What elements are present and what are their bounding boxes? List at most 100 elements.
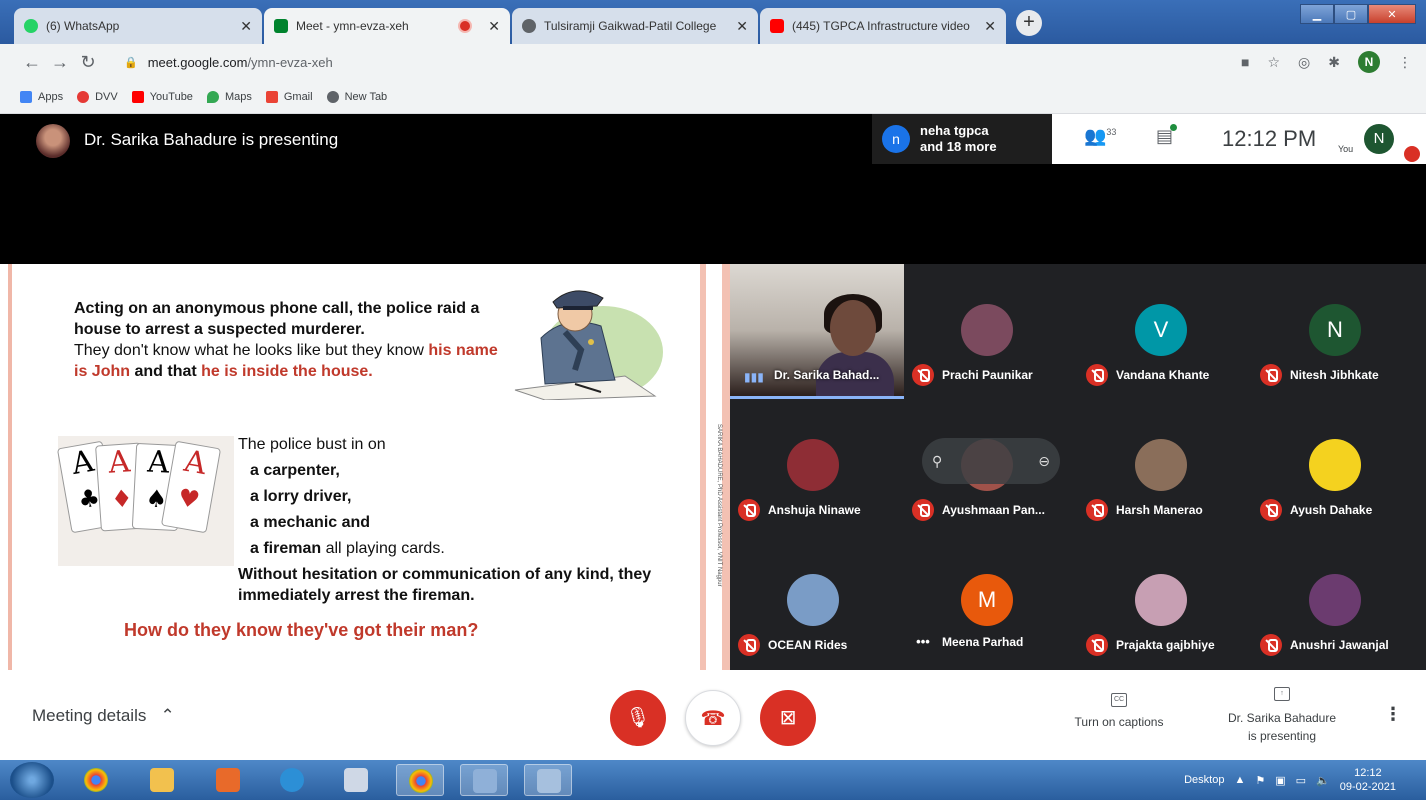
slide-text: a fireman [250,540,322,557]
captions-button[interactable]: CC Turn on captions [1060,690,1178,729]
new-tab-button[interactable]: + [1016,10,1042,36]
tab-meet[interactable]: Meet - ymn-evza-xeh ✕ [264,8,510,44]
participant-name: Harsh Manerao [1116,503,1203,517]
meeting-details-button[interactable]: Meeting details ⌃ [32,706,175,726]
reload-icon[interactable]: ↻ [74,52,102,73]
url-domain: meet.google.com [147,54,248,70]
system-clock[interactable]: 12:12 09-02-2021 [1340,766,1396,794]
back-icon[interactable]: ← [18,52,46,73]
desktop-toolbar-label[interactable]: Desktop [1184,774,1224,786]
participant-tile[interactable]: Prajakta gajbhiye [1078,534,1252,669]
mic-off-icon [738,499,760,521]
self-avatar[interactable]: N [1364,124,1394,154]
start-button[interactable] [10,762,54,798]
chat-button[interactable]: ▤ [1156,124,1178,147]
apps-grid-icon [20,90,32,103]
bookmark-dvv[interactable]: DVV [77,90,118,103]
join-notification[interactable]: n neha tgpca and 18 more [872,114,1052,164]
network-icon[interactable]: ▣ [1275,774,1285,787]
participant-tile[interactable]: M ••• Meena Parhad [904,534,1078,669]
mic-off-icon [912,499,934,521]
participant-name: Vandana Khante [1116,368,1210,382]
mic-off-icon: 🎙 [625,707,651,729]
windows-taskbar: Desktop ▲ ⚑ ▣ ▭ 🔈 12:12 09-02-2021 [0,760,1426,800]
participant-tile[interactable]: Anshuja Ninawe [730,399,904,534]
maximize-button[interactable]: ▢ [1334,4,1368,24]
flag-icon[interactable]: ⚑ [1255,774,1265,787]
taskbar-explorer[interactable] [138,764,186,796]
bookmark-apps[interactable]: Apps [20,90,63,103]
meeting-clock: 12:12 PM [1222,126,1317,151]
profile-avatar[interactable]: N [1358,51,1380,73]
participant-tile[interactable]: Harsh Manerao [1078,399,1252,534]
bookmark-gmail[interactable]: Gmail [265,90,313,103]
taskbar-media[interactable] [204,764,252,796]
close-icon[interactable]: ✕ [488,18,500,35]
participant-photo [1309,439,1361,491]
taskbar-chrome[interactable] [72,764,120,796]
presenting-status-button[interactable]: ↑ Dr. Sarika Bahadure is presenting [1210,682,1354,745]
chrome-icon [84,768,108,792]
participant-name: Nitesh Jibhkate [1290,368,1379,382]
taskbar-ie[interactable] [268,764,316,796]
participant-tile[interactable]: N Nitesh Jibhkate [1252,264,1426,399]
forward-icon[interactable]: → [46,52,74,73]
address-bar[interactable]: 🔒 meet.google.com /ymn-evza-xeh [112,48,1172,76]
bookmark-maps[interactable]: Maps [206,90,252,103]
participant-tile[interactable]: Ayush Dahake [1252,399,1426,534]
meet-icon [274,19,288,33]
participant-tile[interactable]: Prachi Paunikar [904,264,1078,399]
remove-icon[interactable]: ⊖ [1038,453,1050,470]
camera-in-use-icon[interactable]: ■ [1241,54,1249,70]
taskbar-chrome-active[interactable] [396,764,444,796]
close-icon[interactable]: ✕ [736,18,748,35]
participant-tile[interactable]: OCEAN Rides [730,534,904,669]
camera-toggle-button[interactable]: ⊠ [760,690,816,746]
show-hidden-icons-icon[interactable]: ▲ [1234,774,1245,786]
participant-tile-presenter[interactable]: ▮▮▮ Dr. Sarika Bahad... [730,264,904,399]
participant-grid: ▮▮▮ Dr. Sarika Bahad... Prachi Paunikar … [730,264,1426,670]
minimize-button[interactable]: ▁ [1300,4,1334,24]
slide-list-item: a fireman all playing cards. [250,538,445,559]
participant-name: Ayushmaan Pan... [942,503,1045,517]
clock-time: 12:12 [1354,767,1382,779]
tab-youtube[interactable]: (445) TGPCA Infrastructure video ✕ [760,8,1006,44]
monitor-icon[interactable]: ▭ [1296,774,1306,787]
close-icon[interactable]: ✕ [240,18,252,35]
folder-icon [150,768,174,792]
browser-toolbar: ← → ↻ 🔒 meet.google.com /ymn-evza-xeh ■ … [0,44,1426,80]
tab-whatsapp[interactable]: (6) WhatsApp ✕ [14,8,262,44]
taskbar-app[interactable] [460,764,508,796]
bookmark-label: New Tab [344,90,388,103]
participant-tile[interactable]: V Vandana Khante [1078,264,1252,399]
menu-icon[interactable]: ⋮ [1398,54,1412,71]
participant-name: Meena Parhad [942,634,1024,649]
more-options-icon[interactable]: ⋮ [1384,704,1402,725]
mic-off-icon [738,634,760,656]
close-icon[interactable]: ✕ [984,18,996,35]
chrome-icon [409,769,433,793]
slide-text: and that [134,363,197,380]
mic-off-icon [1086,499,1108,521]
unread-dot [1170,124,1178,131]
leave-call-button[interactable]: ☎ [685,690,741,746]
participant-tile[interactable]: Anushri Jawanjal [1252,534,1426,669]
puzzle-icon[interactable]: ✱ [1328,54,1340,71]
volume-icon[interactable]: 🔈 [1316,774,1330,787]
bookmark-star-icon[interactable]: ☆ [1267,54,1280,71]
pin-icon[interactable]: ⚲ [932,453,942,470]
extension-icon[interactable]: ◎ [1298,54,1310,71]
taskbar-word[interactable] [332,764,380,796]
people-button[interactable]: 👥33 [1084,126,1116,147]
bookmark-youtube[interactable]: YouTube [131,90,193,103]
microphone-toggle-button[interactable]: 🎙 [610,690,666,746]
close-window-button[interactable]: ✕ [1368,4,1416,24]
bookmark-new-tab[interactable]: New Tab [326,90,388,103]
tile-hover-controls: ⚲ ⊖ [922,438,1060,484]
present-screen-icon: ↑ [1274,687,1290,701]
tab-college[interactable]: Tulsiramji Gaikwad-Patil College ✕ [512,8,758,44]
participant-name: Anshuja Ninawe [768,503,861,517]
hang-up-icon: ☎ [700,708,726,730]
taskbar-app[interactable] [524,764,572,796]
camera-off-icon: ⊠ [779,707,797,729]
